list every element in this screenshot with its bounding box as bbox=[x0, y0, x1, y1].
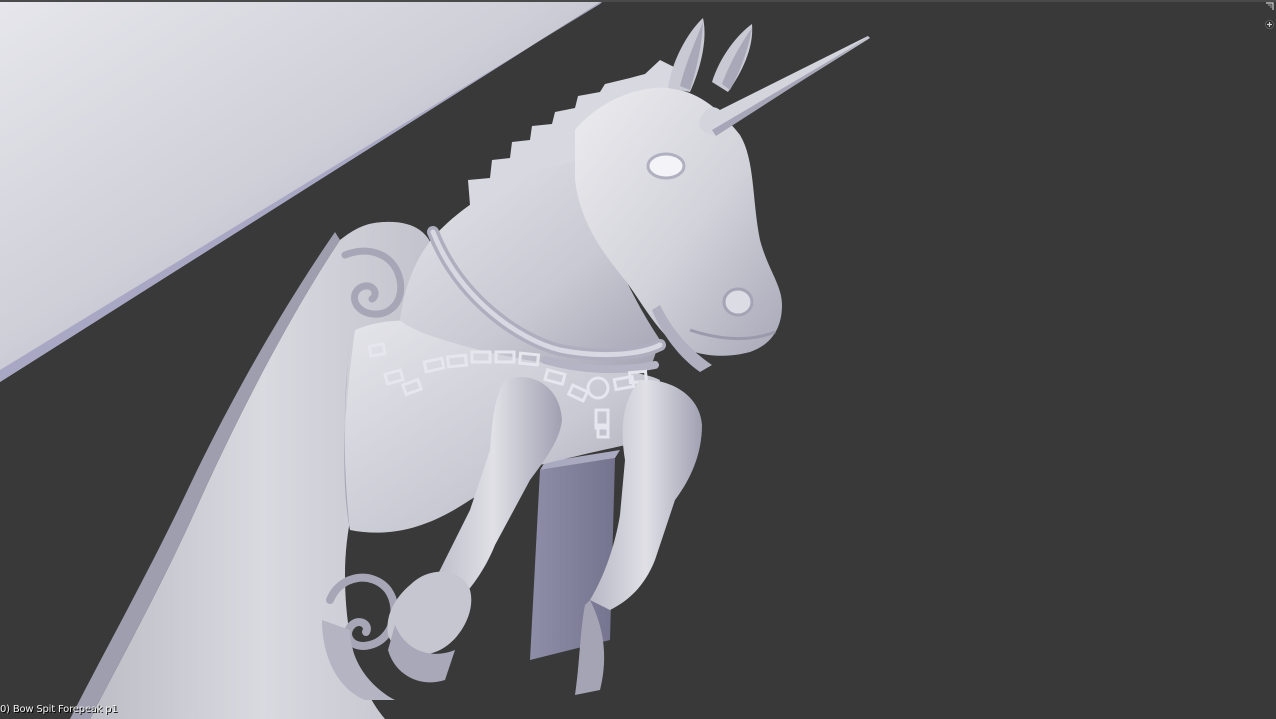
unicorn-ears[interactable] bbox=[668, 18, 753, 92]
3d-viewport[interactable]: 0) Bow Spit Forepeak p1 bbox=[0, 0, 1276, 719]
corner-drag-icon[interactable] bbox=[1265, 2, 1274, 11]
unicorn-eye bbox=[646, 152, 686, 180]
active-object-label: 0) Bow Spit Forepeak p1 bbox=[0, 704, 118, 715]
plus-icon[interactable] bbox=[1265, 20, 1274, 29]
unicorn-nostril bbox=[722, 287, 754, 317]
support-post[interactable] bbox=[530, 450, 620, 660]
viewport-top-border bbox=[0, 0, 1276, 2]
3d-scene[interactable] bbox=[0, 0, 1276, 719]
